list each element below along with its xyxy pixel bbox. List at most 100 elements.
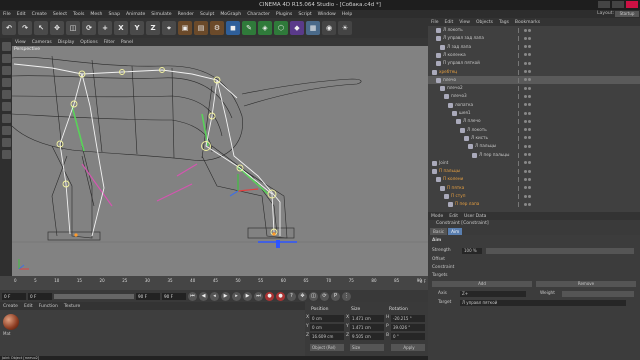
object-name[interactable]: Joint xyxy=(439,159,448,168)
pos-y-field[interactable]: 0 cm xyxy=(310,324,344,331)
visibility-dots[interactable] xyxy=(524,144,531,148)
polygons-mode-icon[interactable] xyxy=(1,114,11,123)
menu-plugins[interactable]: Plugins xyxy=(273,12,295,17)
close-button[interactable] xyxy=(626,1,638,8)
object-row[interactable]: Л коленка xyxy=(428,51,640,60)
object-name[interactable]: П ступ xyxy=(451,192,465,201)
max-frame-field[interactable]: 90 F xyxy=(162,292,186,300)
attribute-menu-mode[interactable]: Mode xyxy=(428,214,446,219)
move-icon[interactable]: ✥ xyxy=(50,21,64,35)
size-x-field[interactable]: 1.471 cm xyxy=(350,315,384,322)
visibility-dots[interactable] xyxy=(524,153,531,156)
z-axis-lock[interactable]: Z xyxy=(146,21,160,35)
camera-icon[interactable]: ◉ xyxy=(322,21,336,35)
visibility-dots[interactable] xyxy=(524,194,531,198)
object-row[interactable]: П колени xyxy=(428,175,640,184)
redo-icon[interactable]: ↷ xyxy=(18,21,32,35)
targets-section[interactable]: Targets xyxy=(432,272,448,279)
tab-basic[interactable]: Basic xyxy=(430,228,448,235)
deformer-icon[interactable]: ◆ xyxy=(290,21,304,35)
minimize-button[interactable] xyxy=(598,1,610,8)
visibility-dots[interactable] xyxy=(524,28,531,32)
visibility-dots[interactable] xyxy=(524,70,531,73)
viewport-menu-display[interactable]: Display xyxy=(55,40,78,45)
perspective-viewport[interactable]: Perspective xyxy=(12,46,428,276)
next-frame-icon[interactable]: ▸ xyxy=(232,291,241,301)
object-menu-edit[interactable]: Edit xyxy=(442,20,457,25)
points-mode-icon[interactable] xyxy=(1,90,11,99)
previous-key-icon[interactable]: ◀ xyxy=(199,291,208,301)
pos-z-field[interactable]: 16.609 cm xyxy=(310,333,344,340)
object-row[interactable]: П пятка xyxy=(428,184,640,193)
keyframe-selection-icon[interactable]: ? xyxy=(287,291,296,301)
constraint-section[interactable]: Constraint xyxy=(432,264,454,271)
next-key-icon[interactable]: ▶ xyxy=(243,291,252,301)
maximize-button[interactable] xyxy=(612,1,624,8)
size-mode-select[interactable]: Size xyxy=(350,344,384,351)
object-name[interactable]: лопатка xyxy=(455,101,473,110)
viewport-menu-filter[interactable]: Filter xyxy=(101,40,118,45)
object-name[interactable]: П управл пяткой xyxy=(443,59,480,68)
object-name[interactable]: Л кисть xyxy=(471,134,488,143)
coordinate-mode-select[interactable]: Object (Rel) xyxy=(310,344,344,351)
light-icon[interactable]: ☀ xyxy=(338,21,352,35)
menu-snap[interactable]: Snap xyxy=(105,12,123,17)
object-name[interactable]: Л пер пальцы xyxy=(479,151,509,160)
size-z-field[interactable]: 9.505 cm xyxy=(350,333,384,340)
size-y-field[interactable]: 1.471 cm xyxy=(350,324,384,331)
point-level-key-icon[interactable]: ⋮ xyxy=(342,291,351,301)
menu-select[interactable]: Select xyxy=(50,12,70,17)
menu-script[interactable]: Script xyxy=(295,12,314,17)
material-menu-create[interactable]: Create xyxy=(0,304,21,309)
rotation-key-icon[interactable]: ⟳ xyxy=(320,291,329,301)
menu-create[interactable]: Create xyxy=(29,12,50,17)
menu-help[interactable]: Help xyxy=(339,12,355,17)
object-row[interactable]: Л зад лапа xyxy=(428,43,640,52)
texture-mode-icon[interactable] xyxy=(1,66,11,75)
visibility-dots[interactable] xyxy=(524,61,531,65)
attribute-menu-user-data[interactable]: User Data xyxy=(461,214,489,219)
menu-simulate[interactable]: Simulate xyxy=(148,12,174,17)
object-name[interactable]: П пер лапа xyxy=(455,200,479,209)
object-menu-file[interactable]: File xyxy=(428,20,442,25)
viewport-menu-options[interactable]: Options xyxy=(77,40,100,45)
weight-slider[interactable] xyxy=(562,291,634,297)
menu-character[interactable]: Character xyxy=(244,12,273,17)
menu-mesh[interactable]: Mesh xyxy=(87,12,105,17)
menu-window[interactable]: Window xyxy=(315,12,339,17)
visibility-dots[interactable] xyxy=(524,169,531,173)
object-row[interactable]: шея1 xyxy=(428,109,640,118)
snapping-icon[interactable] xyxy=(1,138,11,147)
rot-b-field[interactable]: 0 ° xyxy=(391,333,425,340)
play-icon[interactable]: ▶ xyxy=(221,291,230,301)
object-row[interactable]: Л пер пальцы xyxy=(428,151,640,160)
object-name[interactable]: П пальцы xyxy=(439,167,460,176)
menu-sculpt[interactable]: Sculpt xyxy=(197,12,217,17)
visibility-dots[interactable] xyxy=(524,119,531,123)
object-name[interactable]: Л пальцы xyxy=(475,142,496,151)
undo-icon[interactable]: ↶ xyxy=(2,21,16,35)
attribute-menu-edit[interactable]: Edit xyxy=(446,214,461,219)
apply-button[interactable]: Apply xyxy=(391,344,425,351)
live-selection-icon[interactable]: ↖ xyxy=(34,21,48,35)
previous-frame-icon[interactable]: ◂ xyxy=(210,291,219,301)
object-row[interactable]: Л управл зад лапа xyxy=(428,34,640,43)
render-settings-icon[interactable]: ⚙ xyxy=(210,21,224,35)
object-row[interactable]: плечо3 xyxy=(428,92,640,101)
cube-icon[interactable]: ◼ xyxy=(226,21,240,35)
edges-mode-icon[interactable] xyxy=(1,102,11,111)
position-key-icon[interactable]: ✥ xyxy=(298,291,307,301)
add-target-button[interactable]: Add xyxy=(432,281,532,287)
object-row[interactable]: Joint xyxy=(428,159,640,168)
record-icon[interactable]: ● xyxy=(265,291,274,301)
object-name[interactable]: Л плечо xyxy=(463,117,481,126)
object-row[interactable]: П управл пяткой xyxy=(428,59,640,68)
object-menu-objects[interactable]: Objects xyxy=(473,20,496,25)
start-frame-field[interactable]: 0 F xyxy=(28,292,52,300)
object-name[interactable]: шея1 xyxy=(459,109,471,118)
viewport-menu-panel[interactable]: Panel xyxy=(118,40,136,45)
visibility-dots[interactable] xyxy=(524,186,531,190)
target-link-field[interactable]: Л управл пяткой xyxy=(460,300,626,306)
end-frame-field[interactable]: 90 F xyxy=(136,292,160,300)
visibility-dots[interactable] xyxy=(524,103,531,107)
